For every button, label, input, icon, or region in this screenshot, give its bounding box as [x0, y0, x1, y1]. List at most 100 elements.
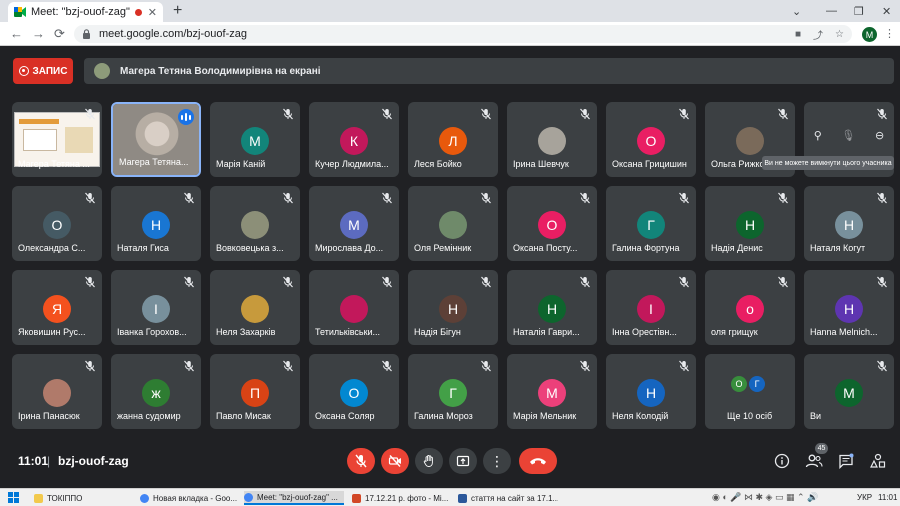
participant-tile[interactable]: І Інна Орестівн...: [606, 270, 696, 345]
participant-name: Тетильківськи...: [315, 327, 381, 337]
meeting-details-button[interactable]: [773, 452, 791, 470]
mic-off-icon: [85, 108, 95, 120]
participant-tile[interactable]: К Кучер Людмила...: [309, 102, 399, 177]
url-field[interactable]: meet.google.com/bzj-ouof-zag ■ ⤴ ☆: [74, 25, 852, 43]
windows-start-icon[interactable]: [8, 492, 19, 503]
participant-tile[interactable]: О Олександра С...: [12, 186, 102, 261]
participant-tile[interactable]: М Мирослава До...: [309, 186, 399, 261]
taskbar-item-meet[interactable]: Meet: "bzj-ouof-zag" ...: [244, 491, 344, 505]
participant-tile[interactable]: Неля Захарків: [210, 270, 300, 345]
present-screen-button[interactable]: [449, 448, 477, 474]
participant-tile[interactable]: Ірина Шевчук: [507, 102, 597, 177]
participants-button[interactable]: [805, 452, 823, 470]
mic-off-icon: [679, 360, 689, 372]
participant-name: Наталя Гиса: [117, 243, 169, 253]
participant-tile[interactable]: О Оксана Соляр: [309, 354, 399, 429]
pin-icon[interactable]: ⚲: [814, 129, 822, 142]
avatar: О: [731, 376, 747, 392]
mic-off-icon: [85, 276, 95, 288]
participant-tile[interactable]: Ірина Панасюк: [12, 354, 102, 429]
activities-button[interactable]: [869, 452, 887, 470]
forward-arrow-icon[interactable]: →: [32, 26, 45, 41]
participant-tile[interactable]: Г Галина Фортуна: [606, 186, 696, 261]
mic-off-icon: [778, 276, 788, 288]
avatar: О: [538, 211, 566, 239]
taskbar-clock[interactable]: 11:01: [878, 493, 897, 502]
bookmark-star-icon[interactable]: ☆: [835, 29, 844, 40]
participant-tile[interactable]: І Іванка Горохов...: [111, 270, 201, 345]
minimize-window-button[interactable]: —: [826, 0, 837, 22]
browser-menu-icon[interactable]: ⋮: [884, 27, 895, 40]
tray-icons[interactable]: ◉ ◐ 🎤 ⋈ ✱ ◈ ▭ ▦ ⌃ 🔊: [712, 492, 818, 503]
participant-tile[interactable]: Вовковецька з...: [210, 186, 300, 261]
participant-tile[interactable]: М Марія Каній: [210, 102, 300, 177]
participant-tile[interactable]: Н Надія Бігун: [408, 270, 498, 345]
participant-tile[interactable]: Л Леся Бойко: [408, 102, 498, 177]
avatar: Г: [637, 211, 665, 239]
participant-tile[interactable]: Магера Тетяна ...: [12, 102, 102, 177]
avatar: Н: [142, 211, 170, 239]
participant-tile[interactable]: Н Наталя Гиса: [111, 186, 201, 261]
avatar: О: [43, 211, 71, 239]
participant-tile[interactable]: Г Галина Мороз: [408, 354, 498, 429]
participant-tile[interactable]: H Hanna Melnich...: [804, 270, 894, 345]
tab-close-icon[interactable]: ✕: [148, 6, 157, 19]
raise-hand-button[interactable]: [415, 448, 443, 474]
participant-tile[interactable]: Тетильківськи...: [309, 270, 399, 345]
close-window-button[interactable]: ✕: [882, 0, 891, 22]
avatar: Г: [439, 379, 467, 407]
participant-tile[interactable]: о оля грищук: [705, 270, 795, 345]
reload-icon[interactable]: ⟳: [54, 26, 65, 42]
windows-taskbar: ТОКІППО Новая вкладка - Goo... Meet: "bz…: [0, 488, 900, 506]
participant-tile[interactable]: ж жанна судомир: [111, 354, 201, 429]
participant-tile[interactable]: Магера Тетяна...: [111, 102, 201, 177]
taskbar-item-new-tab[interactable]: Новая вкладка - Goo...: [140, 491, 238, 505]
restore-window-button[interactable]: ❐: [854, 0, 864, 22]
leave-call-button[interactable]: [519, 448, 557, 474]
participant-name: Неля Колодій: [612, 411, 669, 421]
participant-name: жанна судомир: [117, 411, 181, 421]
participant-tile[interactable]: Н Наталя Когут: [804, 186, 894, 261]
taskbar-item-photos[interactable]: 17.12.21 р. фото - Mi...: [352, 491, 450, 505]
tab-search-icon[interactable]: ⌄: [792, 0, 801, 22]
participant-tile[interactable]: Н Наталія Гаври...: [507, 270, 597, 345]
mute-participant-icon[interactable]: 🎙: [841, 129, 855, 142]
back-arrow-icon[interactable]: ←: [10, 26, 23, 41]
profile-avatar[interactable]: M: [862, 27, 877, 42]
browser-tab-meet[interactable]: Meet: "bzj-ouof-zag" ✕: [8, 2, 163, 22]
participant-tile[interactable]: Оля Ремінник: [408, 186, 498, 261]
participant-name: Яковишин Рус...: [18, 327, 86, 337]
participant-tile[interactable]: О Оксана Грицишин: [606, 102, 696, 177]
participant-name: Ірина Шевчук: [513, 159, 569, 169]
participant-name: Олександра С...: [18, 243, 86, 253]
participant-tile[interactable]: Я Яковишин Рус...: [12, 270, 102, 345]
separator: |: [47, 454, 51, 468]
share-icon[interactable]: ⤴: [813, 27, 823, 42]
camera-toggle-button[interactable]: [381, 448, 409, 474]
participant-tile[interactable]: М Марія Мельник: [507, 354, 597, 429]
recording-button[interactable]: ЗАПИС: [13, 58, 73, 84]
participant-name: Мирослава До...: [315, 243, 384, 253]
remove-participant-icon[interactable]: ⊖: [875, 129, 884, 142]
participant-tile[interactable]: О Оксана Посту...: [507, 186, 597, 261]
taskbar-item-folder[interactable]: ТОКІППО: [34, 491, 132, 505]
participant-name: Ви: [810, 411, 822, 421]
language-indicator[interactable]: УКР: [857, 493, 872, 502]
participant-tile[interactable]: П Павло Мисак: [210, 354, 300, 429]
more-options-button[interactable]: ⋮: [483, 448, 511, 474]
camera-indicator-icon[interactable]: ■: [795, 29, 801, 40]
folder-icon: [34, 493, 43, 503]
mic-off-icon: [382, 360, 392, 372]
new-tab-button[interactable]: +: [173, 2, 182, 20]
avatar: Н: [439, 295, 467, 323]
participant-tile[interactable]: О Г Ще 10 осіб: [705, 354, 795, 429]
camera-off-icon: [388, 455, 401, 467]
mic-off-icon: [184, 360, 194, 372]
participant-tile[interactable]: Н Надія Денис: [705, 186, 795, 261]
mic-off-icon: [283, 276, 293, 288]
participant-tile[interactable]: М Ви: [804, 354, 894, 429]
participant-tile[interactable]: Н Неля Колодій: [606, 354, 696, 429]
taskbar-item-article[interactable]: стаття на сайт за 17.1...: [458, 491, 558, 505]
chat-button[interactable]: [837, 452, 855, 470]
microphone-toggle-button[interactable]: [347, 448, 375, 474]
